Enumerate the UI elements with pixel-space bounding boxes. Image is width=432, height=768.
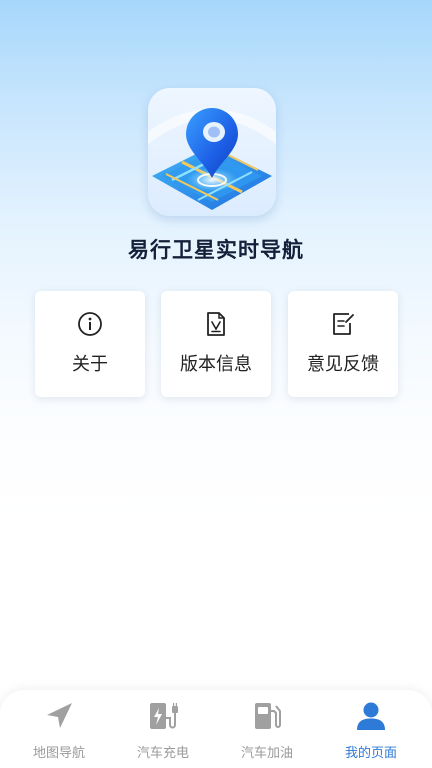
app-name: 易行卫星实时导航 [128, 238, 304, 262]
feedback-label: 意见反馈 [307, 354, 379, 375]
tab-refueling-label: 汽车加油 [240, 746, 293, 761]
ev-charger-icon [150, 703, 178, 729]
bottom-tab-bar: 地图导航 汽车充电 汽车加油 我的页面 [0, 690, 432, 768]
about-button[interactable]: 关于 [35, 291, 145, 397]
navigation-arrow-icon [47, 703, 72, 728]
version-info-button[interactable]: 版本信息 [161, 291, 271, 397]
version-info-label: 版本信息 [180, 354, 252, 375]
tab-map-navigation-label: 地图导航 [32, 746, 85, 761]
fuel-pump-icon [255, 703, 281, 729]
feedback-edit-icon [333, 313, 354, 335]
app-logo [148, 88, 276, 216]
tab-map-navigation[interactable]: 地图导航 [7, 690, 111, 768]
user-profile-icon [357, 702, 385, 730]
map-pin-on-satellite-map-icon [148, 108, 276, 210]
info-circle-icon [78, 312, 102, 336]
tab-ev-charging[interactable]: 汽车充电 [111, 690, 215, 768]
about-label: 关于 [72, 354, 108, 375]
tab-refueling[interactable]: 汽车加油 [215, 690, 319, 768]
version-document-icon [207, 312, 225, 336]
tab-my-page-label: 我的页面 [344, 746, 397, 761]
tab-my-page[interactable]: 我的页面 [319, 690, 423, 768]
menu-cards: 关于 版本信息 意见反馈 [35, 291, 399, 397]
feedback-button[interactable]: 意见反馈 [288, 291, 398, 397]
tab-ev-charging-label: 汽车充电 [136, 746, 189, 761]
